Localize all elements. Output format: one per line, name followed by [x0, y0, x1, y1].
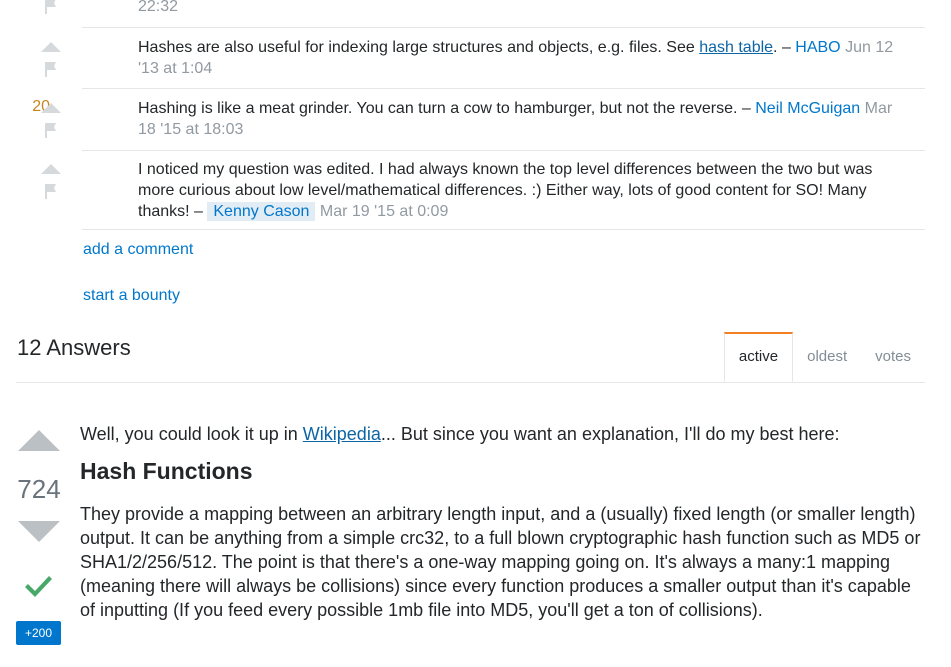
comment-list: 22:32 Hashes are also useful for indexin… — [32, 0, 925, 230]
comment-user-link-owner[interactable]: Kenny Cason — [207, 202, 316, 221]
answer-intro: Well, you could look it up in Wikipedia.… — [80, 424, 840, 444]
comment-text: Hashing is like a meat grinder. You can … — [138, 100, 893, 138]
comment-item: 20 Hashing is like a meat grinder. You c… — [32, 89, 925, 151]
flag-icon[interactable] — [43, 183, 59, 199]
comment-item: I noticed my question was edited. I had … — [41, 151, 925, 230]
answers-count: 12 Answers — [17, 335, 131, 360]
comment-text: Hashes are also useful for indexing larg… — [138, 39, 894, 77]
answer-heading: Hash Functions — [80, 458, 253, 484]
flag-icon[interactable] — [43, 0, 59, 14]
comment-date[interactable]: Mar 19 '15 at 0:09 — [315, 203, 448, 220]
comment-item: Hashes are also useful for indexing larg… — [41, 28, 925, 89]
answer-score: 724 — [17, 474, 61, 504]
answer-body: Well, you could look it up in Wikipedia.… — [80, 422, 925, 622]
comment-upvote-icon[interactable] — [41, 42, 61, 52]
hash-table-link[interactable]: hash table — [699, 39, 773, 56]
answer-paragraph: They provide a mapping between an arbitr… — [80, 504, 921, 620]
comment-item: 22:32 — [45, 0, 925, 28]
comment-text: 22:32 — [138, 0, 179, 15]
downvote-icon[interactable] — [18, 521, 60, 542]
upvote-icon[interactable] — [18, 430, 60, 451]
comment-upvote-icon[interactable] — [41, 164, 61, 174]
bounty-badge[interactable]: +200 — [16, 621, 61, 645]
accepted-check-icon — [25, 576, 52, 597]
wikipedia-link[interactable]: Wikipedia — [303, 424, 381, 444]
add-comment-link[interactable]: add a comment — [83, 241, 193, 259]
tab-active[interactable]: active — [723, 332, 794, 382]
comment-text: I noticed my question was edited. I had … — [138, 161, 873, 221]
tab-votes[interactable]: votes — [861, 332, 925, 382]
flag-icon[interactable] — [43, 122, 59, 138]
comment-user-link[interactable]: Neil McGuigan — [755, 100, 860, 117]
comment-user-link[interactable]: HABO — [795, 39, 840, 56]
answers-header: 12 Answers active oldest votes — [16, 332, 925, 383]
comment-upvote-icon[interactable] — [41, 103, 61, 113]
flag-icon[interactable] — [43, 61, 59, 77]
start-bounty-link[interactable]: start a bounty — [83, 287, 180, 305]
answer-sort-tabs: active oldest votes — [723, 332, 925, 382]
tab-oldest[interactable]: oldest — [793, 332, 861, 382]
